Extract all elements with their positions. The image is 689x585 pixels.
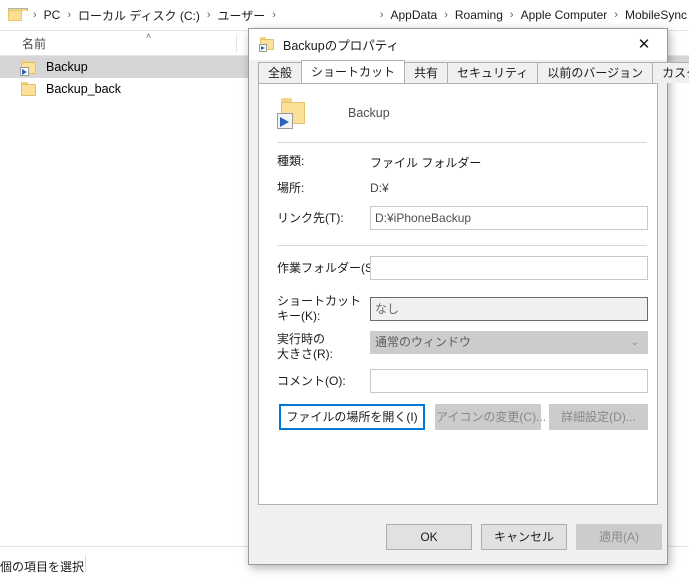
- status-divider: [85, 555, 86, 572]
- ok-button[interactable]: OK: [386, 524, 472, 550]
- sort-ascending-icon: ˄: [145, 31, 152, 41]
- breadcrumb-separator: ›: [379, 9, 384, 21]
- list-item-label: Backup_back: [46, 82, 122, 96]
- dialog-footer: OK キャンセル 適用(A): [249, 512, 667, 564]
- breadcrumb-item-local-disk[interactable]: ローカル ディスク (C:): [76, 7, 202, 24]
- dialog-title-bar[interactable]: Backupのプロパティ ✕: [249, 29, 667, 60]
- field-value-location: D:¥: [370, 181, 389, 195]
- change-icon-button: アイコンの変更(C)...: [435, 404, 546, 430]
- breadcrumb-item-roaming[interactable]: Roaming: [453, 8, 505, 22]
- target-input[interactable]: D:¥iPhoneBackup: [370, 206, 648, 230]
- workdir-input[interactable]: [370, 256, 648, 280]
- shortcut-header: Backup: [259, 96, 657, 138]
- tab-shortcut[interactable]: ショートカット: [301, 60, 406, 83]
- chevron-down-icon: ⌄: [630, 337, 639, 348]
- breadcrumb-item-apple-computer[interactable]: Apple Computer: [519, 8, 610, 22]
- shortcut-name: Backup: [348, 106, 390, 120]
- field-value-type: ファイル フォルダー: [370, 156, 482, 170]
- hotkey-input[interactable]: なし: [370, 297, 648, 321]
- folder-shortcut-icon: [277, 98, 311, 130]
- column-header-name[interactable]: 名前: [22, 35, 46, 52]
- tab-customize[interactable]: カスタマイズ: [652, 62, 689, 83]
- dialog-title: Backupのプロパティ: [283, 39, 399, 53]
- breadcrumb-item-mobilesync[interactable]: MobileSync: [623, 8, 689, 22]
- breadcrumb-separator: ›: [33, 9, 37, 21]
- breadcrumb-item-users[interactable]: ユーザー: [216, 7, 268, 24]
- close-icon[interactable]: ✕: [621, 29, 667, 59]
- folder-icon: [20, 81, 38, 97]
- properties-dialog: Backupのプロパティ ✕ 全般 ショートカット 共有 セキュリティ 以前のバ…: [248, 28, 689, 565]
- tab-previous-versions[interactable]: 以前のバージョン: [537, 62, 654, 83]
- runsize-select[interactable]: 通常のウィンドウ ⌄: [370, 331, 648, 354]
- breadcrumb-separator: ›: [206, 9, 211, 21]
- breadcrumb[interactable]: › PC › ローカル ディスク (C:) › ユーザー › › AppData…: [0, 0, 689, 31]
- cancel-button[interactable]: キャンセル: [481, 524, 567, 550]
- runsize-selected-value: 通常のウィンドウ: [375, 335, 472, 349]
- field-label-runsize: 実行時の 大きさ(R):: [277, 332, 333, 361]
- column-divider[interactable]: [236, 35, 237, 52]
- folder-shortcut-icon: [20, 59, 38, 76]
- breadcrumb-separator: ›: [509, 9, 514, 21]
- divider: [277, 245, 647, 246]
- comment-input[interactable]: [370, 369, 648, 393]
- breadcrumb-separator: ›: [272, 9, 276, 21]
- advanced-button: 詳細設定(D)...: [549, 404, 648, 430]
- folder-icon: [8, 8, 28, 22]
- field-label-target: リンク先(T):: [277, 211, 344, 225]
- field-label-location: 場所:: [277, 181, 305, 195]
- apply-button: 適用(A): [576, 524, 662, 550]
- breadcrumb-item-appdata[interactable]: AppData: [389, 8, 440, 22]
- breadcrumb-separator: ›: [444, 9, 448, 21]
- status-text: 個の項目を選択: [0, 560, 85, 574]
- tab-security[interactable]: セキュリティ: [447, 62, 539, 83]
- divider: [277, 142, 647, 143]
- folder-shortcut-icon: [259, 37, 275, 52]
- tab-general[interactable]: 全般: [258, 62, 303, 83]
- tab-strip[interactable]: 全般 ショートカット 共有 セキュリティ 以前のバージョン カスタマイズ: [258, 60, 689, 83]
- field-label-comment: コメント(O):: [277, 374, 346, 388]
- breadcrumb-item-pc[interactable]: PC: [42, 8, 63, 22]
- breadcrumb-separator: ›: [67, 9, 72, 21]
- field-label-type: 種類:: [277, 154, 305, 168]
- field-label-workdir: 作業フォルダー(S):: [277, 261, 381, 275]
- field-label-hotkey: ショートカット キー(K):: [277, 294, 362, 323]
- list-item-label: Backup: [46, 60, 88, 74]
- tab-page-shortcut: Backup 種類: ファイル フォルダー 場所: D:¥ リンク先(T): D…: [258, 83, 658, 505]
- open-file-location-button[interactable]: ファイルの場所を開く(I): [279, 404, 425, 430]
- tab-sharing[interactable]: 共有: [404, 62, 449, 83]
- breadcrumb-separator: ›: [614, 9, 618, 21]
